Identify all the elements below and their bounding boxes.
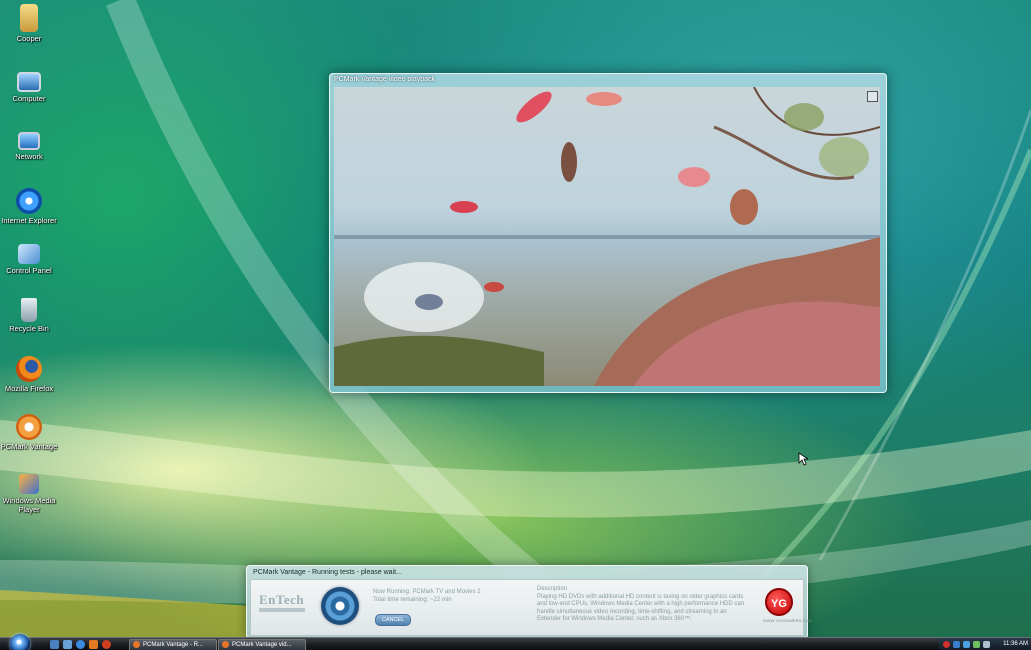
tray-status-icon[interactable] [973, 641, 980, 648]
firefox-icon[interactable] [102, 640, 111, 649]
desktop-icon-label: Cooper [16, 34, 42, 43]
control-panel-icon [18, 244, 40, 264]
media-player-icon[interactable] [89, 640, 98, 649]
media-player-icon [19, 474, 39, 494]
desktop-icon-control-panel[interactable]: Control Panel [0, 244, 58, 275]
switch-windows-icon[interactable] [63, 640, 72, 649]
status-time-remaining: Total time remaining: ~22 min [373, 597, 452, 603]
taskbar-button-label: PCMark Vantage vid... [232, 642, 292, 648]
desktop-icon-label: Windows Media Player [2, 496, 56, 514]
status-text: Now Running: PCMark TV and Movies 2 Tota… [373, 588, 481, 604]
pcmark-progress-dialog[interactable]: PCMark Vantage - Running tests - please … [246, 565, 812, 639]
desktop-icon-label: Control Panel [6, 266, 52, 275]
entech-logo-bar [259, 608, 305, 612]
taskbar-button-video[interactable]: PCMark Vantage vid... [218, 639, 306, 650]
network-icon [18, 132, 40, 150]
volume-icon[interactable] [983, 641, 990, 648]
desktop-icon-media-player[interactable]: Windows Media Player [0, 474, 58, 514]
desktop: Cooper Computer Network Internet Explore… [0, 0, 1031, 650]
video-playback-window[interactable]: PCMark Vantage video playback [329, 73, 887, 393]
clock[interactable]: 11:36 AM [1003, 638, 1028, 650]
description-block: Description Playing HD DVDs with additio… [537, 586, 747, 624]
video-frame [334, 87, 880, 386]
internet-explorer-icon[interactable] [76, 640, 85, 649]
desktop-icon-label: Computer [12, 94, 46, 103]
desktop-icon-label: PCMark Vantage [0, 442, 58, 451]
entech-logo: EnTech [259, 592, 305, 607]
desktop-icon-computer[interactable]: Computer [0, 68, 58, 103]
taskbar-button-pcmark[interactable]: PCMark Vantage - R... [129, 639, 217, 650]
desktop-icon-label: Recycle Bin [9, 324, 49, 333]
network-icon[interactable] [963, 641, 970, 648]
desktop-icon-label: Internet Explorer [1, 216, 57, 225]
tray-app-icon[interactable] [953, 641, 960, 648]
video-scene [334, 87, 880, 386]
pcmark-icon [222, 640, 229, 648]
mouse-cursor-icon [798, 452, 810, 471]
firefox-icon [16, 356, 42, 382]
description-heading: Description [537, 586, 568, 592]
computer-icon [17, 72, 41, 92]
recycle-bin-icon [21, 298, 37, 322]
yg-logo-icon: YG [765, 588, 793, 616]
status-now-running: Now Running: PCMark TV and Movies 2 [373, 589, 481, 595]
desktop-icon-firefox[interactable]: Mozilla Firefox [0, 356, 58, 393]
security-alert-icon[interactable] [943, 641, 950, 648]
desktop-icon-recycle-bin[interactable]: Recycle Bin [0, 298, 58, 333]
desktop-icon-pcmark-vantage[interactable]: PCMark Vantage [0, 414, 58, 451]
video-window-toggle[interactable] [867, 91, 878, 102]
disc-icon [321, 587, 359, 625]
folder-icon [20, 4, 38, 32]
taskbar: PCMark Vantage - R... PCMark Vantage vid… [0, 634, 1031, 650]
desktop-icon-internet-explorer[interactable]: Internet Explorer [0, 188, 58, 225]
yg-site-text: WWW.YOUGAMERS.COM [763, 618, 812, 623]
show-desktop-icon[interactable] [50, 640, 59, 649]
desktop-icon-network[interactable]: Network [0, 128, 58, 161]
dialog-body: EnTech Now Running: PCMark TV and Movies… [250, 579, 812, 636]
dialog-title: PCMark Vantage - Running tests - please … [253, 569, 402, 576]
pcmark-icon [133, 640, 140, 648]
desktop-icon-label: Mozilla Firefox [4, 384, 54, 393]
desktop-icon-label: Network [15, 152, 43, 161]
desktop-icon-cooper[interactable]: Cooper [0, 4, 58, 43]
start-button[interactable] [10, 634, 30, 650]
description-text: Playing HD DVDs with additional HD conte… [537, 593, 745, 623]
pcmark-icon [16, 414, 42, 440]
window-title: PCMark Vantage video playback [334, 76, 436, 83]
cancel-button[interactable]: CANCEL [375, 614, 411, 626]
taskbar-button-label: PCMark Vantage - R... [143, 642, 203, 648]
system-tray: 11:36 AM [939, 638, 1031, 650]
internet-explorer-icon [16, 188, 42, 214]
yougamers-logo: YG WWW.YOUGAMERS.COM [763, 588, 812, 628]
